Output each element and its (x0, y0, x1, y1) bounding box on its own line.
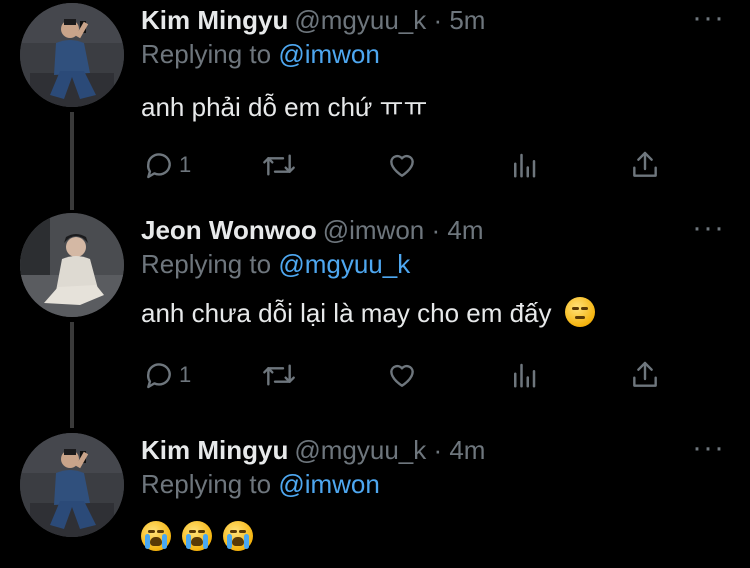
retweet-button[interactable] (261, 357, 297, 393)
reply-icon (146, 363, 171, 389)
handle-and-time: @imwon · 4m (322, 215, 484, 245)
display-name[interactable]: Kim Mingyu (141, 435, 288, 465)
reply-count: 1 (179, 362, 192, 387)
reply-count: 1 (179, 152, 192, 177)
retweet-icon (263, 364, 295, 386)
tweet-text: anh phải dỗ em chứ ㅠㅠ (141, 92, 428, 122)
replying-to-handle[interactable]: @mgyuu_k (278, 249, 410, 279)
tweet-header: Kim Mingyu @mgyuu_k · 4m (141, 433, 485, 467)
avatar[interactable] (20, 213, 124, 317)
analytics-icon (514, 363, 536, 388)
share-icon (633, 151, 657, 177)
analytics-button[interactable] (509, 147, 539, 183)
tweet-actions: 1 (141, 357, 681, 393)
tweet[interactable]: Jeon Wonwoo @imwon · 4m ··· Replying to @… (0, 213, 750, 433)
analytics-button[interactable] (509, 357, 539, 393)
loudly-crying-face-icon (223, 521, 254, 551)
replying-to-handle[interactable]: @imwon (278, 469, 380, 499)
more-icon[interactable]: ··· (692, 3, 724, 33)
tweet-header: Kim Mingyu @mgyuu_k · 5m (141, 3, 485, 37)
retweet-button[interactable] (261, 147, 297, 183)
replying-to-label: Replying to (141, 249, 279, 279)
reply-icon (146, 153, 171, 179)
avatar[interactable] (20, 3, 124, 107)
more-icon[interactable]: ··· (692, 433, 724, 463)
replying-to-label: Replying to (141, 469, 279, 499)
handle-and-time: @mgyuu_k · 4m (294, 435, 486, 465)
tweet-text-content: anh chưa dỗi lại là may cho em đấy (141, 298, 552, 328)
unamused-face-icon (564, 297, 595, 327)
more-icon[interactable]: ··· (692, 213, 724, 243)
replying-to-label: Replying to (141, 39, 279, 69)
tweet-text: anh chưa dỗi lại là may cho em đấy (141, 297, 595, 329)
share-icon (633, 361, 657, 387)
loudly-crying-face-icon (141, 521, 171, 551)
display-name[interactable]: Kim Mingyu (141, 5, 288, 35)
replying-to: Replying to @imwon (141, 469, 380, 500)
loudly-crying-face-icon (182, 521, 213, 551)
share-button[interactable] (629, 357, 661, 393)
analytics-icon (514, 153, 536, 178)
share-button[interactable] (629, 147, 661, 183)
display-name[interactable]: Jeon Wonwoo (141, 215, 317, 245)
avatar[interactable] (20, 433, 124, 537)
handle-and-time: @mgyuu_k · 5m (294, 5, 486, 35)
replying-to: Replying to @imwon (141, 39, 380, 70)
tweet[interactable]: Kim Mingyu @mgyuu_k · 4m ··· Replying to … (0, 433, 750, 568)
like-button[interactable] (385, 357, 419, 393)
replying-to: Replying to @mgyuu_k (141, 249, 410, 280)
retweet-icon (263, 154, 295, 176)
like-button[interactable] (385, 147, 419, 183)
tweet-actions: 1 (141, 147, 681, 183)
like-icon (390, 364, 414, 387)
tweet[interactable]: Kim Mingyu @mgyuu_k · 5m ··· Replying to … (0, 3, 750, 223)
reply-button[interactable]: 1 (143, 147, 191, 183)
replying-to-handle[interactable]: @imwon (278, 39, 380, 69)
like-icon (390, 154, 414, 177)
tweet-header: Jeon Wonwoo @imwon · 4m (141, 213, 483, 247)
tweet-text (141, 521, 254, 553)
reply-button[interactable]: 1 (143, 357, 191, 393)
